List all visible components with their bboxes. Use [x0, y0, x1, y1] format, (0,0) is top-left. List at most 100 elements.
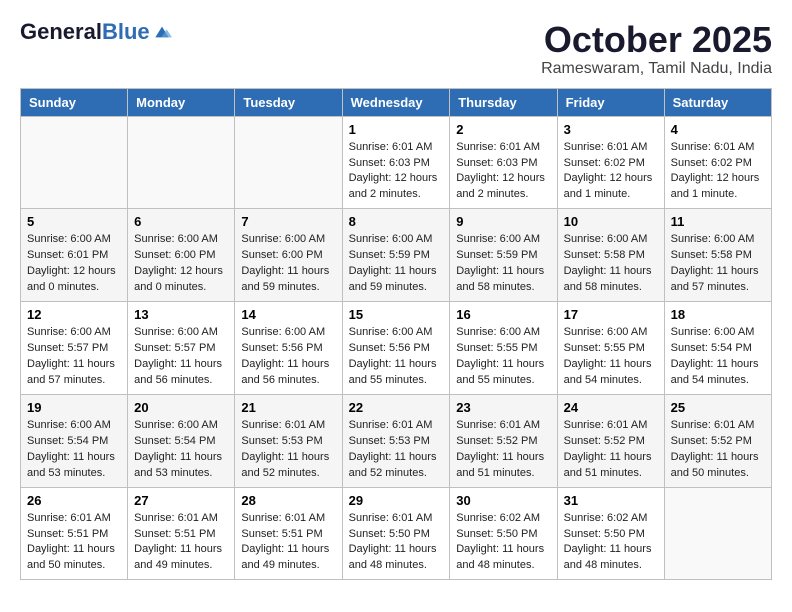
day-number: 29 — [349, 493, 444, 508]
day-info-line: Sunset: 5:50 PM — [456, 528, 537, 540]
day-info-line: Sunrise: 6:01 AM — [349, 512, 433, 524]
day-info-line: Sunset: 6:01 PM — [27, 249, 108, 261]
calendar-cell: 16 Sunrise: 6:00 AMSunset: 5:55 PMDayligh… — [450, 302, 557, 395]
title-section: October 2025 Rameswaram, Tamil Nadu, Ind… — [541, 20, 772, 78]
calendar-week-3: 12Sunrise: 6:00 AMSunset: 5:57 PMDayligh… — [21, 302, 772, 395]
logo: GeneralBlue — [20, 20, 172, 44]
day-info-line: Sunrise: 6:01 AM — [564, 141, 648, 153]
day-info-line: Sunrise: 6:00 AM — [456, 233, 540, 245]
day-info: Sunrise: 6:01 AMSunset: 6:02 PMDaylight:… — [671, 140, 765, 204]
day-info-line: Sunrise: 6:01 AM — [241, 512, 325, 524]
day-info-line: Sunrise: 6:01 AM — [564, 419, 648, 431]
day-info-line: Sunrise: 6:00 AM — [564, 326, 648, 338]
day-info-line: Sunrise: 6:00 AM — [671, 326, 755, 338]
day-number: 6 — [134, 214, 228, 229]
day-info-line: Sunrise: 6:00 AM — [134, 419, 218, 431]
day-info-line: Daylight: 11 hours and 56 minutes. — [241, 358, 329, 386]
day-number: 26 — [27, 493, 121, 508]
day-info-line: Sunset: 5:57 PM — [134, 342, 215, 354]
logo-icon — [152, 25, 172, 39]
header-thursday: Thursday — [450, 88, 557, 116]
day-info-line: Daylight: 11 hours and 49 minutes. — [134, 543, 222, 571]
day-info: Sunrise: 6:02 AMSunset: 5:50 PMDaylight:… — [456, 511, 550, 575]
day-info-line: Sunrise: 6:02 AM — [456, 512, 540, 524]
day-info-line: Sunrise: 6:00 AM — [134, 233, 218, 245]
day-info-line: Daylight: 11 hours and 53 minutes. — [134, 451, 222, 479]
day-info-line: Sunset: 5:57 PM — [27, 342, 108, 354]
day-info-line: Daylight: 11 hours and 50 minutes. — [27, 543, 115, 571]
day-info: Sunrise: 6:00 AMSunset: 6:01 PMDaylight:… — [27, 232, 121, 296]
calendar-cell: 11Sunrise: 6:00 AMSunset: 5:58 PMDayligh… — [664, 209, 771, 302]
day-info: Sunrise: 6:01 AMSunset: 5:51 PMDaylight:… — [241, 511, 335, 575]
calendar-cell — [21, 116, 128, 209]
day-info-line: Sunset: 6:00 PM — [241, 249, 322, 261]
calendar-cell — [128, 116, 235, 209]
day-info-line: Sunset: 5:56 PM — [241, 342, 322, 354]
calendar-cell: 4Sunrise: 6:01 AMSunset: 6:02 PMDaylight… — [664, 116, 771, 209]
day-info-line: Sunset: 6:03 PM — [349, 157, 430, 169]
day-info: Sunrise: 6:00 AM Sunset: 5:59 PM Daylight:… — [349, 232, 444, 296]
day-info-line: Daylight: 11 hours and 59 minutes. — [349, 265, 437, 293]
day-info: Sunrise: 6:00 AMSunset: 5:56 PMDaylight:… — [349, 325, 444, 389]
day-info: Sunrise: 6:01 AMSunset: 5:52 PMDaylight:… — [564, 418, 658, 482]
day-number: 19 — [27, 400, 121, 415]
day-number: 22 — [349, 400, 444, 415]
calendar-cell — [664, 487, 771, 580]
day-number: 14 — [241, 307, 335, 322]
calendar-cell: 7Sunrise: 6:00 AMSunset: 6:00 PMDaylight… — [235, 209, 342, 302]
day-info-line: Sunset: 5:58 PM — [564, 249, 645, 261]
calendar-week-4: 19 Sunrise: 6:00 AMSunset: 5:54 PMDayligh… — [21, 394, 772, 487]
day-info-line: Sunrise: 6:01 AM — [671, 419, 755, 431]
day-info-line: Daylight: 11 hours and 57 minutes. — [27, 358, 115, 386]
day-number: 18 — [671, 307, 765, 322]
calendar-cell: 12Sunrise: 6:00 AMSunset: 5:57 PMDayligh… — [21, 302, 128, 395]
header-wednesday: Wednesday — [342, 88, 450, 116]
day-info: Sunrise: 6:00 AMSunset: 5:55 PMDaylight:… — [456, 325, 550, 389]
calendar-cell: 26 Sunrise: 6:01 AMSunset: 5:51 PMDayligh… — [21, 487, 128, 580]
day-info-line: Sunset: 5:52 PM — [456, 435, 537, 447]
day-info-line: Sunrise: 6:00 AM — [241, 233, 325, 245]
day-info-line: Sunset: 5:58 PM — [671, 249, 752, 261]
day-info-line: Daylight: 11 hours and 49 minutes. — [241, 543, 329, 571]
calendar-table: SundayMondayTuesdayWednesdayThursdayFrid… — [20, 88, 772, 581]
day-number: 10 — [564, 214, 658, 229]
day-info-line: Sunrise: 6:00 AM — [671, 233, 755, 245]
calendar-cell: 22Sunrise: 6:01 AMSunset: 5:53 PMDayligh… — [342, 394, 450, 487]
day-info-line: Sunset: 6:02 PM — [564, 157, 645, 169]
day-info-line: Sunset: 5:53 PM — [349, 435, 430, 447]
logo-text: GeneralBlue — [20, 20, 150, 44]
day-number: 16 — [456, 307, 550, 322]
day-info-line: Daylight: 11 hours and 56 minutes. — [134, 358, 222, 386]
day-info-line: Daylight: 11 hours and 59 minutes. — [241, 265, 329, 293]
calendar-cell: 13Sunrise: 6:00 AMSunset: 5:57 PMDayligh… — [128, 302, 235, 395]
day-info-line: Sunrise: 6:01 AM — [241, 419, 325, 431]
page-header: GeneralBlue October 2025 Rameswaram, Tam… — [20, 20, 772, 78]
calendar-cell: 19Sunrise: 6:00 AMSunset: 5:54 PMDayligh… — [21, 394, 128, 487]
day-info-line: Sunrise: 6:00 AM — [349, 326, 433, 338]
day-info: Sunrise: 6:00 AMSunset: 5:54 PMDaylight:… — [134, 418, 228, 482]
calendar-cell: 29Sunrise: 6:01 AMSunset: 5:50 PMDayligh… — [342, 487, 450, 580]
day-number: 13 — [134, 307, 228, 322]
day-number: 8 — [349, 214, 444, 229]
day-info-line: Sunset: 5:56 PM — [349, 342, 430, 354]
day-info: Sunrise: 6:01 AMSunset: 6:02 PMDaylight:… — [564, 140, 658, 204]
day-info-line: Sunrise: 6:00 AM — [349, 233, 433, 245]
calendar-cell: 10Sunrise: 6:00 AMSunset: 5:58 PMDayligh… — [557, 209, 664, 302]
day-info: Sunrise: 6:01 AMSunset: 5:52 PMDaylight:… — [671, 418, 765, 482]
day-info-line: Sunrise: 6:01 AM — [671, 141, 755, 153]
day-info-line: Sunrise: 6:00 AM — [564, 233, 648, 245]
day-info-line: Sunrise: 6:01 AM — [456, 141, 540, 153]
day-info-line: Sunset: 5:54 PM — [671, 342, 752, 354]
day-info-line: Daylight: 11 hours and 58 minutes. — [456, 265, 544, 293]
day-info-line: Sunrise: 6:01 AM — [456, 419, 540, 431]
day-number: 27 — [134, 493, 228, 508]
day-info: Sunrise: 6:02 AMSunset: 5:50 PMDaylight:… — [564, 511, 658, 575]
day-info-line: Daylight: 11 hours and 57 minutes. — [671, 265, 759, 293]
calendar-cell: 24Sunrise: 6:01 AMSunset: 5:52 PMDayligh… — [557, 394, 664, 487]
day-info: Sunrise: 6:01 AMSunset: 5:51 PMDaylight:… — [27, 511, 121, 575]
day-info: Sunrise: 6:00 AMSunset: 5:59 PMDaylight:… — [456, 232, 550, 296]
day-info-line: Sunset: 5:59 PM — [349, 249, 430, 261]
day-info: Sunrise: 6:01 AMSunset: 5:53 PMDaylight:… — [241, 418, 335, 482]
calendar-cell: 1Sunrise: 6:01 AMSunset: 6:03 PMDaylight… — [342, 116, 450, 209]
calendar-cell: 2Sunrise: 6:01 AMSunset: 6:03 PMDaylight… — [450, 116, 557, 209]
